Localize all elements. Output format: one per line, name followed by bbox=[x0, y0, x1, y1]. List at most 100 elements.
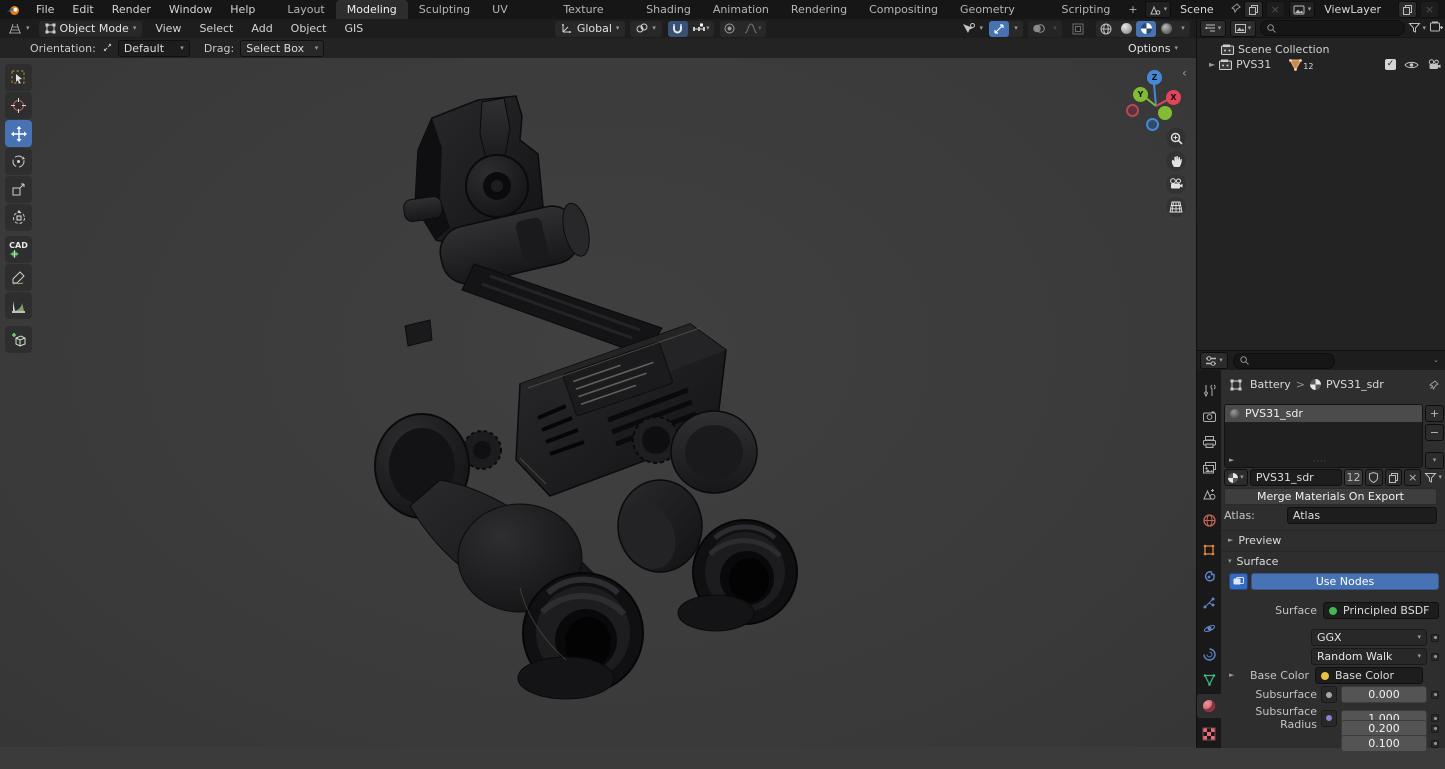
pan-button[interactable] bbox=[1166, 151, 1186, 171]
gizmo-axis-z-neg[interactable] bbox=[1146, 118, 1159, 131]
exclude-checkbox[interactable]: ✓ bbox=[1385, 59, 1396, 70]
drag-select[interactable]: Select Box ▾ bbox=[240, 40, 324, 57]
expand-arrow-icon[interactable]: ► bbox=[1229, 672, 1234, 679]
new-collection-button[interactable] bbox=[1430, 21, 1443, 35]
tab-texture[interactable] bbox=[1197, 722, 1221, 746]
editor-type-button[interactable]: ▾ bbox=[2, 21, 36, 37]
use-nodes-button[interactable]: Use Nodes bbox=[1251, 573, 1439, 590]
tab-geometry-nodes[interactable]: Geometry Nodes bbox=[949, 0, 1050, 19]
hide-eye-icon[interactable] bbox=[1404, 60, 1419, 70]
material-name-field[interactable]: PVS31_sdr bbox=[1250, 469, 1342, 486]
pvs31-model[interactable] bbox=[370, 88, 790, 713]
viewport-3d[interactable]: CAD ‹ Z Y X bbox=[0, 58, 1196, 747]
tab-scene[interactable] bbox=[1197, 482, 1221, 506]
add-slot-button[interactable]: + bbox=[1425, 405, 1444, 422]
tool-cad-transform[interactable]: CAD bbox=[5, 236, 32, 263]
menu-window[interactable]: Window bbox=[160, 3, 221, 16]
tab-object-data[interactable] bbox=[1197, 668, 1221, 692]
gizmos-toggle[interactable] bbox=[989, 21, 1009, 37]
blender-logo-icon[interactable] bbox=[0, 4, 27, 16]
tab-material[interactable] bbox=[1197, 694, 1221, 718]
distribution-select[interactable]: GGX ▾ bbox=[1311, 629, 1427, 646]
properties-options-dropdown[interactable]: ⌄ bbox=[1433, 357, 1439, 364]
gizmo-axis-y-neg[interactable] bbox=[1158, 106, 1172, 120]
list-resize-grip[interactable]: ···· bbox=[1313, 457, 1327, 466]
tab-scripting[interactable]: Scripting bbox=[1051, 0, 1122, 19]
shading-dropdown[interactable]: ▾ bbox=[1176, 21, 1190, 37]
camera-view-button[interactable] bbox=[1166, 174, 1186, 194]
viewlayer-browse-button[interactable]: ▾ bbox=[1289, 1, 1316, 18]
tool-rotate[interactable] bbox=[5, 148, 32, 175]
tool-scale[interactable] bbox=[5, 176, 32, 203]
new-material-button[interactable] bbox=[1385, 469, 1402, 486]
gizmos-dropdown[interactable]: ▾ bbox=[1009, 21, 1023, 37]
tab-output[interactable] bbox=[1197, 430, 1221, 454]
delete-scene-button[interactable]: × bbox=[1266, 1, 1285, 18]
animate-dot[interactable] bbox=[1431, 653, 1439, 661]
show-gizmo-dropdown[interactable]: ▾ bbox=[956, 21, 989, 37]
preview-panel-header[interactable]: ► Preview bbox=[1221, 530, 1445, 549]
users-count-button[interactable]: 12 bbox=[1344, 469, 1363, 486]
animate-dot[interactable] bbox=[1431, 691, 1439, 699]
tool-transform[interactable] bbox=[5, 204, 32, 231]
menu-gis[interactable]: GIS bbox=[336, 22, 373, 35]
xray-toggle[interactable] bbox=[1068, 21, 1088, 37]
new-viewlayer-button[interactable] bbox=[1398, 1, 1417, 18]
merge-materials-button[interactable]: Merge Materials On Export bbox=[1224, 488, 1437, 505]
menu-select[interactable]: Select bbox=[190, 22, 242, 35]
transform-orientation-dropdown[interactable]: Global ▾ bbox=[555, 21, 626, 37]
slot-expand-icon[interactable]: ► bbox=[1229, 457, 1234, 464]
tab-sculpting[interactable]: Sculpting bbox=[408, 0, 481, 19]
shading-rendered-button[interactable] bbox=[1156, 21, 1176, 37]
menu-render[interactable]: Render bbox=[103, 3, 160, 16]
slot-specials-button[interactable]: ▾ bbox=[1425, 452, 1444, 469]
tab-rendering[interactable]: Rendering bbox=[780, 0, 858, 19]
viewlayer-name[interactable]: ViewLayer bbox=[1318, 3, 1395, 16]
outliner-filter-image[interactable]: ▾ bbox=[1230, 20, 1256, 37]
shading-solid-button[interactable] bbox=[1116, 21, 1136, 37]
overlays-toggle[interactable] bbox=[1028, 21, 1048, 37]
menu-object[interactable]: Object bbox=[282, 22, 336, 35]
tab-texture-paint[interactable]: Texture Paint bbox=[552, 0, 635, 19]
tab-particles[interactable] bbox=[1197, 590, 1221, 614]
proportional-falloff-dropdown[interactable]: ▾ bbox=[740, 21, 766, 37]
pin-icon[interactable] bbox=[1429, 380, 1439, 390]
menu-edit[interactable]: Edit bbox=[63, 3, 102, 16]
breadcrumb-material-name[interactable]: PVS31_sdr bbox=[1326, 378, 1384, 391]
expand-arrow-icon[interactable]: ► bbox=[1209, 61, 1215, 69]
tab-physics[interactable] bbox=[1197, 616, 1221, 640]
base-color-field[interactable]: Base Color bbox=[1315, 667, 1423, 684]
menu-add[interactable]: Add bbox=[242, 22, 281, 35]
tool-add-cube[interactable] bbox=[5, 326, 32, 353]
tool-move[interactable] bbox=[5, 120, 32, 147]
browse-material-button[interactable]: ▾ bbox=[1224, 469, 1248, 486]
material-slot-row[interactable]: PVS31_sdr bbox=[1225, 405, 1422, 422]
tab-layout[interactable]: Layout bbox=[276, 0, 335, 19]
breadcrumb-object-name[interactable]: Battery bbox=[1250, 378, 1291, 391]
atlas-field[interactable]: Atlas bbox=[1287, 507, 1437, 524]
add-workspace-button[interactable]: + bbox=[1121, 0, 1144, 19]
gizmo-axis-x[interactable]: X bbox=[1166, 90, 1181, 105]
subsurface-slider[interactable]: 0.000 bbox=[1341, 686, 1427, 703]
tab-shading[interactable]: Shading bbox=[635, 0, 702, 19]
orientation-select[interactable]: Default ▾ bbox=[118, 40, 190, 57]
proportional-edit-toggle[interactable] bbox=[720, 21, 740, 37]
menu-view[interactable]: View bbox=[146, 22, 190, 35]
menu-help[interactable]: Help bbox=[221, 3, 264, 16]
remove-viewlayer-button[interactable]: × bbox=[1420, 1, 1439, 18]
outliner-row-pvs31[interactable]: ► PVS31 12 ✓ bbox=[1209, 58, 1441, 71]
tab-constraints[interactable] bbox=[1197, 642, 1221, 666]
tab-modifiers[interactable] bbox=[1197, 564, 1221, 588]
tab-compositing[interactable]: Compositing bbox=[858, 0, 949, 19]
perspective-toggle-button[interactable] bbox=[1166, 197, 1186, 217]
socket-decorator[interactable] bbox=[1321, 686, 1337, 703]
gizmo-axis-z[interactable]: Z bbox=[1147, 70, 1162, 85]
gizmo-axis-x-neg[interactable] bbox=[1126, 104, 1139, 117]
menu-file[interactable]: File bbox=[27, 3, 63, 16]
overlays-dropdown[interactable]: ▾ bbox=[1048, 21, 1062, 37]
snap-target-dropdown[interactable]: ▾ bbox=[688, 21, 714, 37]
new-scene-button[interactable] bbox=[1244, 1, 1263, 18]
surface-shader-field[interactable]: Principled BSDF bbox=[1323, 602, 1439, 619]
disable-render-camera-icon[interactable] bbox=[1427, 59, 1441, 70]
tool-cursor[interactable] bbox=[5, 92, 32, 119]
